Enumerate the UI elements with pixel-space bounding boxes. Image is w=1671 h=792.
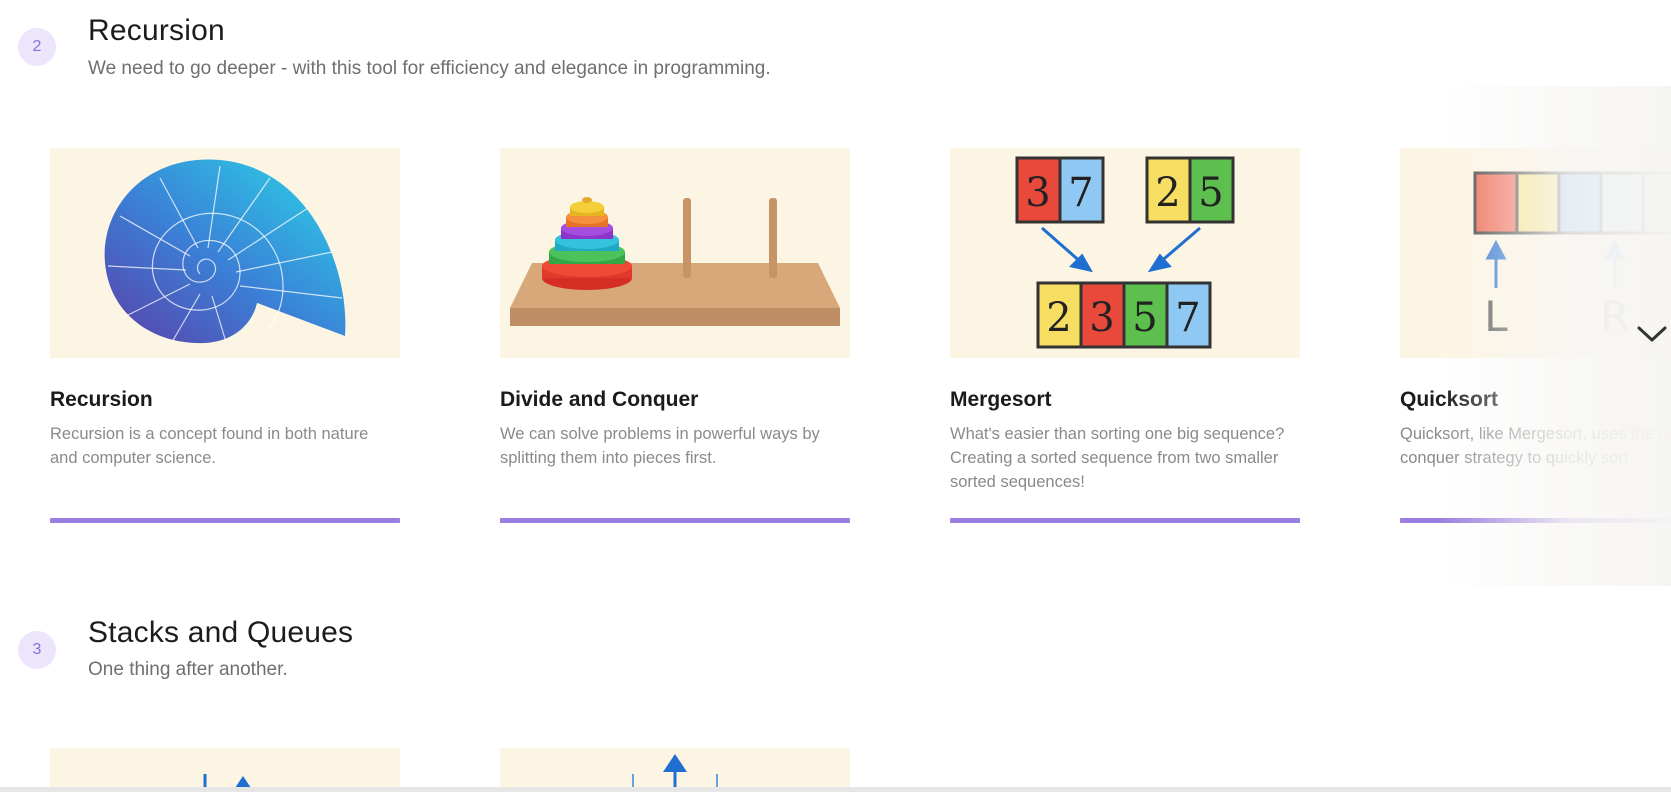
merged-digit: 2 <box>1046 295 1071 341</box>
chapter-subtitle: One thing after another. <box>88 659 288 680</box>
pointer-left-label: L <box>1484 292 1508 341</box>
chapter-number-badge: 3 <box>18 631 56 669</box>
nautilus-shell-illustration <box>50 148 400 358</box>
horizontal-scrollbar[interactable] <box>0 787 1671 792</box>
card-accent-bar <box>50 518 400 523</box>
card-description: Quicksort, like Mergesort, uses the divi… <box>1400 425 1671 467</box>
merge-right-digit: 2 <box>1155 170 1180 216</box>
card-description: Recursion is a concept found in both nat… <box>50 425 369 467</box>
course-card-mergesort[interactable]: 3 7 2 5 2 3 5 7 Mergesort What's easier … <box>950 148 1300 523</box>
merge-right-digit: 5 <box>1198 170 1223 216</box>
chapter-subtitle: We need to go deeper - with this tool fo… <box>88 58 771 79</box>
card-title[interactable]: Quicksort <box>1400 388 1671 412</box>
card-accent-bar <box>500 518 850 523</box>
card-accent-bar <box>950 518 1300 523</box>
card-description: We can solve problems in powerful ways b… <box>500 425 820 467</box>
queue-arrow-illustration <box>500 748 850 788</box>
course-card-recursion[interactable]: Recursion Recursion is a concept found i… <box>50 148 400 523</box>
pointer-right-label: R <box>1600 292 1629 341</box>
chapter-title: Stacks and Queues <box>88 616 354 649</box>
card-title[interactable]: Mergesort <box>950 388 1300 412</box>
merged-digit: 5 <box>1132 295 1157 341</box>
merge-left-digit: 3 <box>1025 170 1050 216</box>
course-card-stacks[interactable] <box>50 748 400 788</box>
merged-digit: 7 <box>1175 295 1200 341</box>
chapter-title: Recursion <box>88 14 225 47</box>
card-description: What's easier than sorting one big seque… <box>950 425 1285 491</box>
card-title[interactable]: Divide and Conquer <box>500 388 850 412</box>
course-card-queues[interactable] <box>500 748 850 788</box>
chevron-down-icon[interactable] <box>1636 322 1668 346</box>
stack-arrows-illustration <box>50 748 400 788</box>
merge-left-digit: 7 <box>1068 170 1093 216</box>
partition-pointers-illustration: L R <box>1400 148 1671 358</box>
merged-digit: 3 <box>1089 295 1114 341</box>
chapter-number-badge: 2 <box>18 28 56 66</box>
course-card-quicksort[interactable]: L R Quicksort Quicksort, like Mergesort,… <box>1400 148 1671 523</box>
course-card-divide-and-conquer[interactable]: Divide and Conquer We can solve problems… <box>500 148 850 523</box>
tower-of-hanoi-illustration <box>500 148 850 358</box>
merge-diagram-illustration: 3 7 2 5 2 3 5 7 <box>950 148 1300 358</box>
card-title[interactable]: Recursion <box>50 388 400 412</box>
card-accent-bar <box>1400 518 1671 523</box>
